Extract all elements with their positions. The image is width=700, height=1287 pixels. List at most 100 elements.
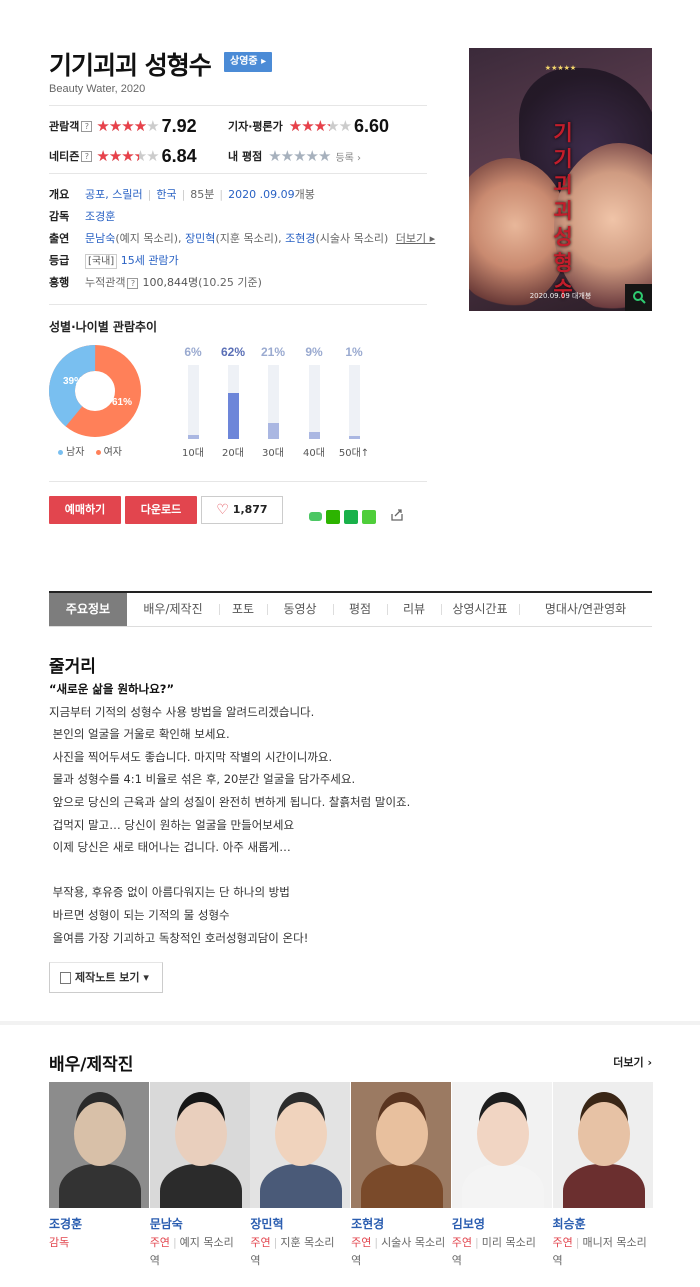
actor-link[interactable]: 장민혁 — [185, 232, 215, 245]
my-rating-stars[interactable]: ★★★★★★★★★★ — [268, 148, 331, 164]
note-label: 제작노트 보기 ▾ — [75, 971, 149, 984]
production-note-button[interactable]: 제작노트 보기 ▾ — [49, 962, 163, 993]
age-bar-0: 6% 10대 — [176, 345, 210, 459]
blog-icon[interactable] — [362, 509, 376, 524]
movie-detail-page: 기기괴괴 성형수 상영중 ▸ Beauty Water, 2020 관람객 ? … — [0, 0, 700, 1287]
cast-role-line: 주연 | 미리 목소리 역 — [451, 1236, 536, 1267]
cast-name[interactable]: 조경훈 — [49, 1215, 149, 1232]
critic-rating: 기자·평론가 ★★★★★★★★★★ 6.60 — [228, 116, 389, 136]
cast-photo[interactable] — [250, 1082, 351, 1208]
crew-title: 배우/제작진 — [49, 1055, 134, 1075]
cast-name[interactable]: 장민혁 — [250, 1215, 350, 1232]
tab-0[interactable]: 주요정보 — [49, 593, 127, 626]
cast-card[interactable]: 최승훈 주연 | 매니저 목소리 역 — [552, 1082, 653, 1270]
crew-more-link[interactable]: 더보기 › — [613, 1054, 652, 1070]
age-bar-pct: 6% — [184, 345, 202, 359]
cast-card[interactable]: 문남숙 주연 | 예지 목소리 역 — [149, 1082, 250, 1270]
director-link[interactable]: 조경훈 — [85, 210, 115, 223]
synopsis-line: 겁먹지 말고… 당신이 원하는 얼굴을 만들어보세요 — [49, 817, 295, 832]
register-rating-link[interactable]: 등록 › — [335, 149, 361, 164]
synopsis-line: 바르면 성형이 되는 기적의 물 성형수 — [49, 907, 230, 922]
heart-icon: ♡ — [216, 502, 229, 518]
tab-1[interactable]: 배우/제작진 — [127, 593, 219, 626]
cast-card[interactable]: 조경훈감독 — [49, 1082, 149, 1252]
release-date-link[interactable]: 2020 .09.09 — [228, 188, 294, 201]
cast-name[interactable]: 문남숙 — [150, 1215, 250, 1232]
tab-4[interactable]: 평점 — [333, 593, 387, 626]
age-bar-1: 62% 20대 — [216, 345, 250, 459]
release-suffix: 개봉 — [294, 188, 315, 201]
grade-region: [국내] — [85, 254, 118, 269]
cast-role: 주연 — [250, 1236, 271, 1249]
cast-name[interactable]: 조현경 — [351, 1215, 451, 1232]
age-bar-track — [267, 365, 279, 439]
reserve-button[interactable]: 예매하기 — [49, 496, 121, 524]
synopsis-line — [49, 859, 649, 882]
synopsis-line: 물과 성형수를 4:1 비율로 섞은 후, 20분간 얼굴을 담가주세요. — [49, 772, 356, 787]
cast-role: 주연 — [451, 1236, 473, 1249]
movie-poster[interactable]: ★★★★★ 기기괴괴성형수 2020.09.09 대개봉 — [469, 48, 652, 311]
actor-role: (예지 목소리), — [115, 232, 186, 245]
genre-link[interactable]: 공포, 스릴러 — [85, 188, 143, 201]
audience-stars: ★★★★★★★★★★ — [96, 116, 159, 135]
cast-card[interactable]: 조현경 주연 | 시술사 목소리 역 — [351, 1082, 452, 1270]
age-bar-label: 50대↑ — [338, 448, 370, 459]
age-bar-pct: 21% — [260, 345, 286, 359]
synopsis-text: “새로운 삶을 원하나요?” 지금부터 기적의 성형수 사용 방법을 알려드리겠… — [49, 678, 649, 949]
cast-photo[interactable] — [552, 1082, 653, 1208]
age-bar-label: 20대 — [222, 448, 244, 459]
zoom-icon[interactable] — [625, 284, 652, 311]
divider — [49, 105, 427, 106]
netizen-score: 6.84 — [161, 145, 197, 166]
actor-link[interactable]: 문남숙 — [85, 232, 115, 245]
status-badge[interactable]: 상영중 ▸ — [224, 52, 273, 72]
line-icon[interactable] — [326, 509, 340, 524]
age-bar-track — [348, 365, 360, 439]
cast-more-link[interactable]: 더보기 ▸ — [396, 232, 435, 245]
band-icon[interactable] — [309, 512, 322, 521]
cast-name[interactable]: 김보영 — [452, 1215, 552, 1232]
female-pct: 61% — [112, 397, 132, 408]
tab-5[interactable]: 리뷰 — [387, 593, 441, 626]
help-icon[interactable]: ? — [81, 120, 93, 132]
info-overview: 개요 공포, 스릴러 | 한국 | 85분 | 2020 .09.09개봉 — [49, 184, 429, 206]
tab-6[interactable]: 상영시간표 — [441, 593, 519, 626]
tab-7[interactable]: 명대사/연관영화 — [519, 593, 652, 626]
cast-photo[interactable] — [149, 1082, 250, 1208]
help-icon[interactable]: ? — [81, 150, 93, 162]
country-link[interactable]: 한국 — [156, 188, 176, 201]
tab-3[interactable]: 동영상 — [267, 593, 333, 626]
bookmark-icon[interactable] — [344, 509, 358, 524]
cast-card[interactable]: 장민혁주연 | 지훈 목소리 역 — [250, 1082, 351, 1270]
actor-role: (지훈 목소리), — [215, 232, 286, 245]
synopsis-line: 앞으로 당신의 근육과 살의 성질이 완전히 변하게 됩니다. 찰흙처럼 말이죠… — [49, 794, 411, 809]
tab-2[interactable]: 포토 — [219, 593, 267, 626]
cast-role: 감독 — [49, 1236, 70, 1249]
my-rating: 내 평점 ★★★★★★★★★★ 등록 › — [228, 146, 361, 166]
like-button[interactable]: ♡ 1,877 — [201, 496, 283, 524]
cast-card[interactable]: 김보영주연 | 미리 목소리 역 — [451, 1082, 552, 1270]
cast-name[interactable]: 최승훈 — [553, 1215, 653, 1232]
age-bar-label: 10대 — [182, 448, 204, 459]
critic-stars: ★★★★★★★★★★ — [288, 116, 352, 135]
cast-photo[interactable] — [351, 1082, 452, 1208]
grade-link[interactable]: 15세 관람가 — [121, 254, 179, 267]
cast-photo[interactable] — [451, 1082, 552, 1208]
cast-role-line: 주연 | 지훈 목소리 역 — [250, 1236, 335, 1267]
netizen-rating: 네티즌 ? ★★★★★★★★★★ 6.84 — [49, 146, 197, 166]
age-bar-2: 21% 30대 — [256, 345, 290, 459]
count-basis: (10.25 기준) — [198, 276, 262, 289]
gender-donut-chart: 39% 61% — [49, 345, 141, 437]
age-bar-track — [227, 365, 239, 439]
share-icon[interactable] — [390, 508, 404, 525]
cast-photo[interactable] — [49, 1082, 149, 1208]
audience-rating-label: 관람객 — [49, 120, 80, 133]
help-icon[interactable]: ? — [127, 278, 139, 289]
age-bar-fill — [227, 392, 239, 439]
female-legend: 여자 — [103, 447, 122, 458]
info-label: 감독 — [49, 210, 70, 223]
info-grade: 등급 [국내] 15세 관람가 — [49, 250, 429, 272]
audience-rating: 관람객 ? ★★★★★★★★★★ 7.92 — [49, 116, 197, 136]
download-button[interactable]: 다운로드 — [125, 496, 197, 524]
actor-link[interactable]: 조현경 — [285, 232, 315, 245]
